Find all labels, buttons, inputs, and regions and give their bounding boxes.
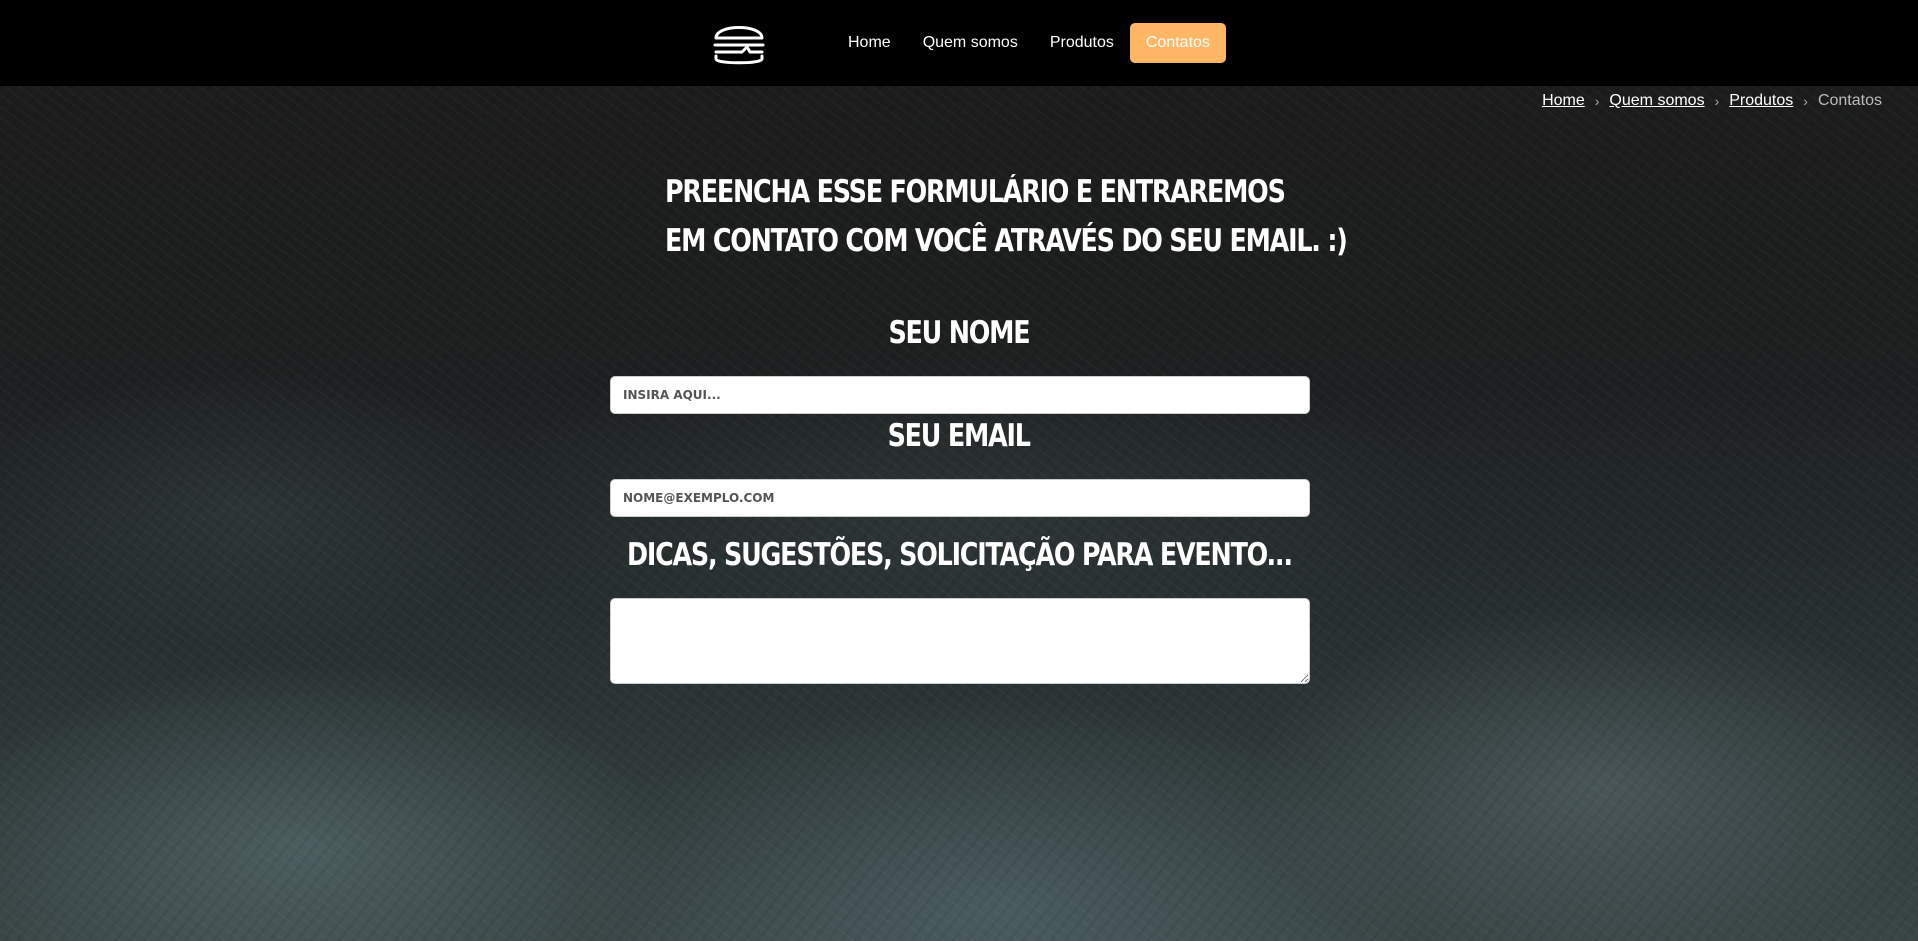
nav-produtos[interactable]: Produtos (1034, 23, 1130, 63)
email-label: Seu email (887, 418, 1031, 454)
name-input[interactable] (610, 376, 1310, 414)
email-input[interactable] (610, 479, 1310, 517)
nav-quem-somos[interactable]: Quem somos (907, 23, 1034, 63)
form-heading-line2: em contato com você através do seu email… (665, 223, 1348, 259)
breadcrumb-current: Contatos (1817, 92, 1882, 109)
breadcrumb-quem-somos[interactable]: Quem somos (1609, 92, 1704, 110)
form-heading: Preencha esse formulário e entraremos em… (665, 168, 1348, 266)
nav-home[interactable]: Home (832, 23, 907, 63)
chevron-right-icon: › (1714, 93, 1720, 109)
top-navbar: Home Quem somos Produtos Contatos (0, 0, 1918, 86)
burger-icon[interactable] (712, 18, 766, 68)
name-label: Seu nome (888, 315, 1031, 351)
chevron-right-icon: › (1594, 93, 1600, 109)
breadcrumb-produtos[interactable]: Produtos (1729, 92, 1793, 110)
chevron-right-icon: › (1803, 93, 1808, 109)
nav-contatos[interactable]: Contatos (1129, 23, 1226, 63)
breadcrumb-home[interactable]: Home (1542, 92, 1585, 110)
message-label: Dicas, sugestões, solicitação para event… (626, 537, 1293, 573)
breadcrumb: Home › Quem somos › Produtos › Contatos (1542, 92, 1882, 110)
main-nav: Home Quem somos Produtos Contatos (832, 23, 1226, 63)
form-heading-line1: Preencha esse formulário e entraremos (665, 174, 1286, 210)
message-textarea[interactable] (610, 598, 1310, 684)
